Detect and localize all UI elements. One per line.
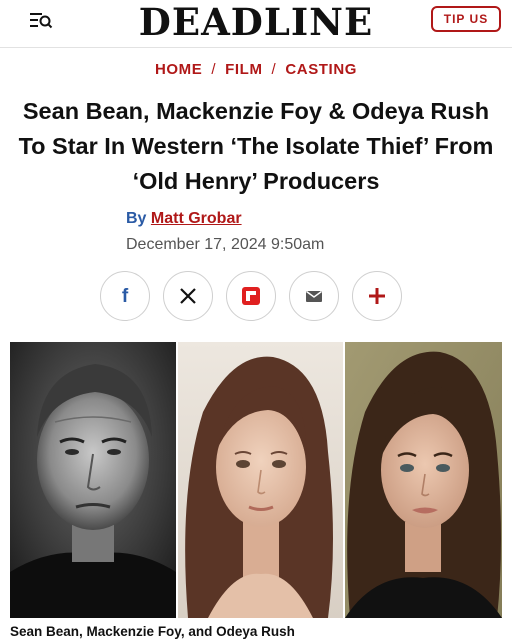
- flipboard-icon: [242, 287, 260, 305]
- share-flipboard-button[interactable]: [226, 271, 276, 321]
- breadcrumb: HOME / FILM / CASTING: [0, 61, 512, 78]
- byline: By Matt Grobar: [126, 210, 242, 228]
- share-x-button[interactable]: [163, 271, 213, 321]
- share-facebook-button[interactable]: f: [100, 271, 150, 321]
- plus-icon: [369, 288, 385, 304]
- breadcrumb-separator: /: [271, 61, 277, 78]
- breadcrumb-casting[interactable]: CASTING: [285, 61, 357, 78]
- article-headline: Sean Bean, Mackenzie Foy & Odeya Rush To…: [18, 98, 494, 194]
- svg-text:f: f: [122, 286, 129, 306]
- photo-sean-bean: [10, 342, 176, 618]
- publish-date: December 17, 2024 9:50am: [126, 236, 325, 253]
- photo-odeya-rush: [345, 342, 502, 618]
- byline-prefix: By: [126, 210, 147, 227]
- site-header: DEADLINE TIP US: [0, 0, 512, 48]
- article-image[interactable]: [10, 342, 502, 618]
- x-icon: [180, 288, 196, 304]
- share-more-button[interactable]: [352, 271, 402, 321]
- breadcrumb-home[interactable]: HOME: [155, 61, 202, 78]
- share-email-button[interactable]: [289, 271, 339, 321]
- author-link[interactable]: Matt Grobar: [151, 210, 242, 227]
- image-caption: Sean Bean, Mackenzie Foy, and Odeya Rush: [10, 624, 295, 639]
- photo-mackenzie-foy: [178, 342, 343, 618]
- facebook-icon: f: [122, 286, 129, 306]
- breadcrumb-film[interactable]: FILM: [225, 61, 262, 78]
- tip-us-button[interactable]: TIP US: [431, 6, 501, 32]
- share-bar: f: [100, 271, 402, 321]
- email-icon: [306, 290, 322, 302]
- breadcrumb-separator: /: [211, 61, 217, 78]
